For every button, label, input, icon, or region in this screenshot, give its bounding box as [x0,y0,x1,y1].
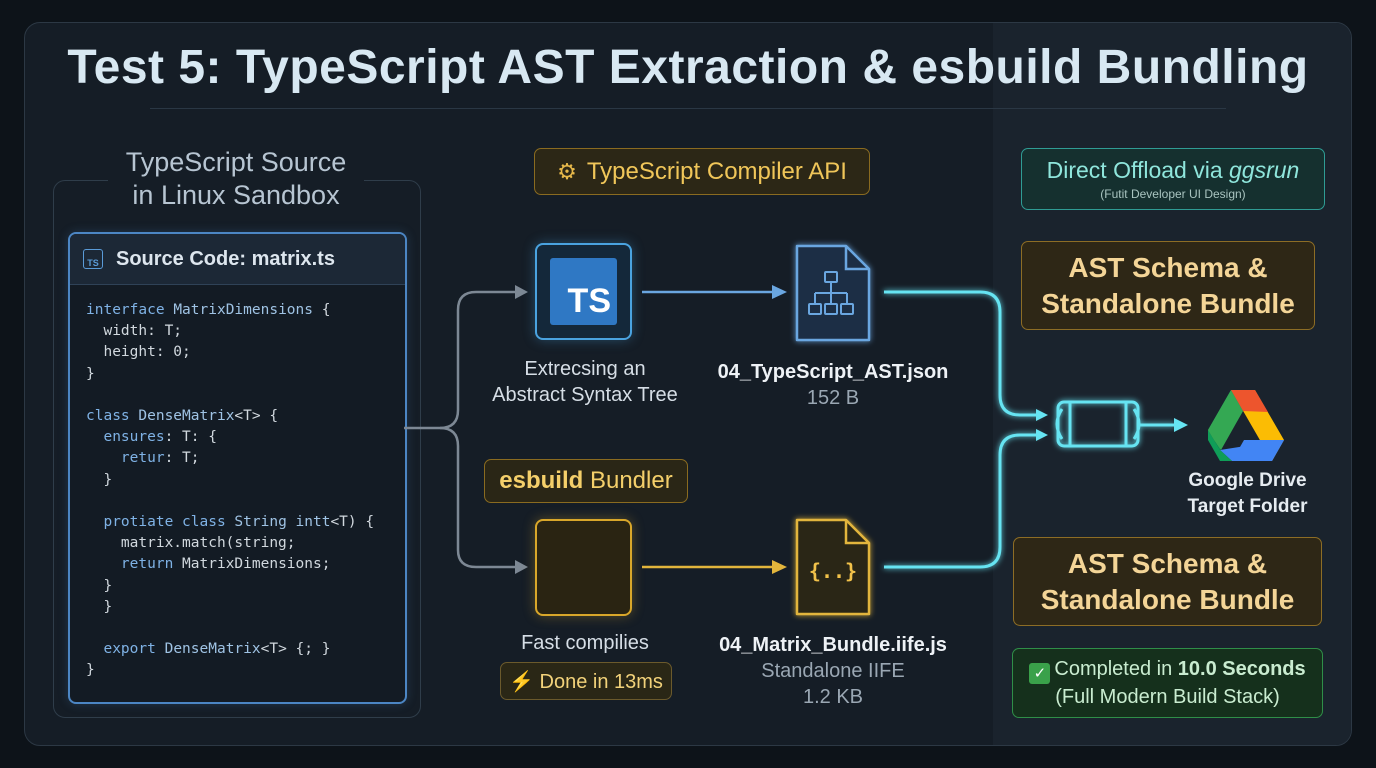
esbuild-icon-box [535,519,632,616]
typescript-icon: TS [550,258,617,325]
bundle-file-name: 04_Matrix_Bundle.iife.js [719,634,947,656]
pipe-connector-icon [1055,400,1141,448]
esbuild-label-rest: Bundler [589,467,673,494]
js-file-glyph: {..} [809,559,857,583]
offload-title: Direct Offload via ggsrun [1047,157,1300,184]
completion-time: 10.0 Seconds [1177,658,1306,680]
schema-bottom-line1: AST Schema & [1067,547,1268,579]
schema-badge-bottom: AST Schema & Standalone Bundle [1013,537,1322,626]
esbuild-badge: esbuild Bundler [484,459,688,503]
drive-label: Google Drive Target Folder [1160,468,1335,520]
bundle-output-label: 04_Matrix_Bundle.iife.js Standalone IIFE… [690,632,976,710]
offload-title-prefix: Direct Offload via [1046,157,1230,183]
completion-line1: ✓ Completed in 10.0 Seconds [1029,656,1306,684]
offload-title-tool: ggsrun [1229,157,1300,183]
ast-output-label: 04_TypeScript_AST.json 152 B [690,359,976,411]
ast-file-size: 152 B [806,387,860,409]
completion-prefix: Completed in [1054,658,1178,680]
offload-badge: Direct Offload via ggsrun (Futit Develop… [1021,148,1325,210]
offload-subtitle: (Futit Developer UI Design) [1100,187,1246,201]
schema-top-line2: Standalone Bundle [1041,287,1295,319]
drive-label-line1: Google Drive [1188,470,1307,491]
bundle-file-type: Standalone IIFE [761,660,905,682]
ast-caption-line1: Extrecsing an [524,358,646,380]
esbuild-label-bold: esbuild [499,467,584,494]
drive-label-line2: Target Folder [1187,496,1308,517]
google-drive-icon [1208,390,1284,461]
ast-caption-line2: Abstract Syntax Tree [492,384,678,406]
completion-line2: (Full Modern Build Stack) [1055,686,1280,708]
esbuild-caption: Fast compilies [521,632,649,654]
gear-icon: ⚙ [557,158,577,184]
compiler-api-label: TypeScript Compiler API [586,157,847,185]
done-badge: ⚡ Done in 13ms [500,662,672,700]
check-icon: ✓ [1029,663,1051,684]
compiler-api-badge: ⚙ TypeScript Compiler API [534,148,870,195]
completion-badge: ✓ Completed in 10.0 Seconds (Full Modern … [1012,648,1323,718]
schema-bottom-line2: Standalone Bundle [1040,583,1295,615]
typescript-icon-box: TS [535,243,632,340]
ast-caption: Extrecsing an Abstract Syntax Tree [470,356,700,408]
schema-top-line1: AST Schema & [1068,251,1268,283]
schema-badge-top: AST Schema & Standalone Bundle [1021,241,1315,330]
bundle-file-size: 1.2 KB [802,686,864,708]
ast-file-name: 04_TypeScript_AST.json [717,361,949,383]
